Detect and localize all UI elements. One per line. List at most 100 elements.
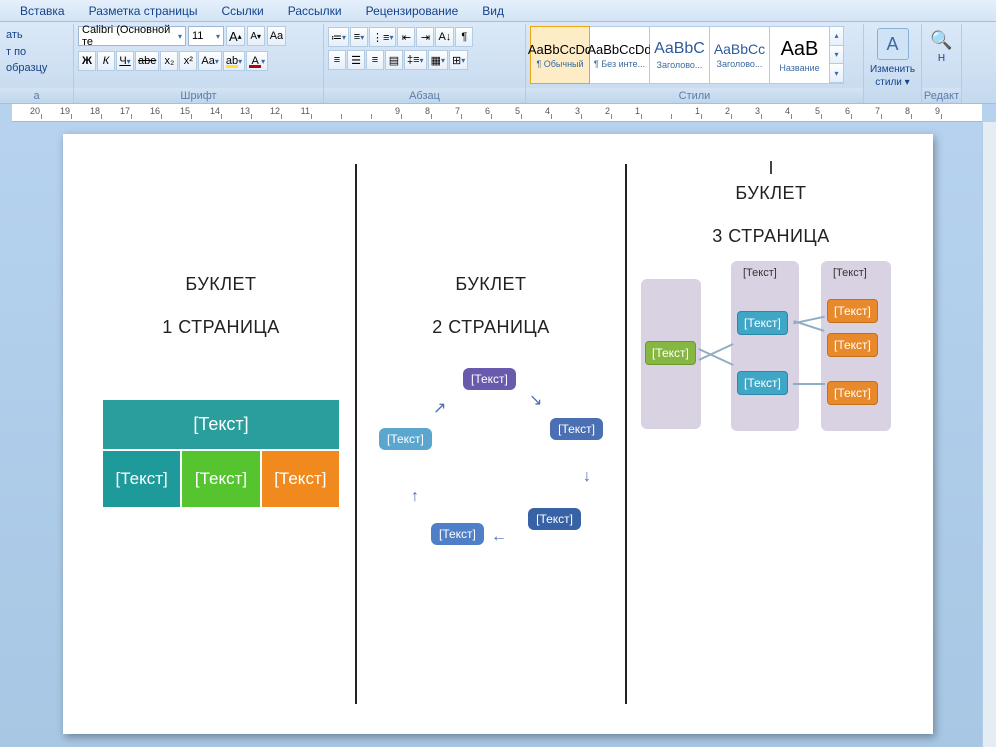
panel3-title: БУКЛЕТ <box>735 183 806 204</box>
line-spacing-button[interactable]: ‡≡▾ <box>404 50 427 70</box>
hier-label-1: [Текст] <box>743 267 777 279</box>
grow-font-button[interactable]: A▴ <box>226 26 245 46</box>
document-area: БУКЛЕТ 1 СТРАНИЦА [Текст] [Текст] [Текст… <box>0 122 996 747</box>
smartart-hierarchy[interactable]: [Текст] [Текст] [Текст] [Текст] [Текст] … <box>641 261 901 451</box>
bg-box-2 <box>731 261 799 431</box>
hier-box-c1[interactable]: [Текст] <box>827 299 878 323</box>
panel2-title: БУКЛЕТ <box>455 274 526 295</box>
cycle-box-3[interactable]: [Текст] <box>528 508 581 530</box>
menu-review[interactable]: Рецензирование <box>354 1 471 21</box>
vertical-scrollbar[interactable] <box>982 122 996 747</box>
clipboard-format-painter[interactable]: т по образцу <box>6 45 67 76</box>
find-label: Н <box>926 53 957 64</box>
styles-scroll: ▴ ▾ ▾ <box>830 26 844 84</box>
font-name-combo[interactable]: Calibri (Основной те ▾ <box>78 26 186 46</box>
numbering-button[interactable]: ≡▾ <box>350 27 368 47</box>
clear-formatting-button[interactable]: Aa <box>267 26 286 46</box>
style-normal[interactable]: AaBbCcDd ¶ Обычный <box>530 26 590 84</box>
horizontal-ruler[interactable]: 20191817161514131211987654321123456789 <box>12 104 982 122</box>
hier-box-c3[interactable]: [Текст] <box>827 381 878 405</box>
menu-page-layout[interactable]: Разметка страницы <box>77 1 210 21</box>
smartart-header[interactable]: [Текст] <box>102 399 340 450</box>
styles-scroll-up[interactable]: ▴ <box>830 27 843 46</box>
show-marks-button[interactable]: ¶ <box>455 27 473 47</box>
panel3-subtitle: 3 СТРАНИЦА <box>712 226 829 247</box>
connector-line <box>793 383 825 385</box>
menu-view[interactable]: Вид <box>470 1 516 21</box>
arrow-icon: ← <box>491 528 507 546</box>
brochure-panel-2: БУКЛЕТ 2 СТРАНИЦА [Текст] [Текст] [Текст… <box>355 164 625 704</box>
bullets-button[interactable]: ≔▾ <box>328 27 349 47</box>
arrow-icon: ↑ <box>411 488 419 506</box>
underline-button[interactable]: Ч▾ <box>116 51 134 71</box>
style-no-spacing[interactable]: AaBbCcDd ¶ Без инте... <box>590 26 650 84</box>
menu-links[interactable]: Ссылки <box>209 1 275 21</box>
shading-button[interactable]: ▦▾ <box>428 50 448 70</box>
hier-box-c2[interactable]: [Текст] <box>827 333 878 357</box>
styles-group: AaBbCcDd ¶ Обычный AaBbCcDd ¶ Без инте..… <box>526 24 864 103</box>
document-page[interactable]: БУКЛЕТ 1 СТРАНИЦА [Текст] [Текст] [Текст… <box>63 134 933 734</box>
styles-scroll-down[interactable]: ▾ <box>830 46 843 65</box>
arrow-icon: ↘ <box>529 390 542 410</box>
justify-button[interactable]: ▤ <box>385 50 403 70</box>
decrease-indent-button[interactable]: ⇤ <box>397 27 415 47</box>
panel3-pretext: I <box>768 158 773 179</box>
font-size-value: 11 <box>192 30 203 42</box>
strikethrough-button[interactable]: abe <box>135 51 159 71</box>
smartart-cell-3[interactable]: [Текст] <box>261 450 340 508</box>
clipboard-cut-fragment[interactable]: ать <box>6 28 67 43</box>
font-color-button[interactable]: A▾ <box>246 51 268 71</box>
increase-indent-button[interactable]: ⇥ <box>416 27 434 47</box>
font-name-value: Calibri (Основной те <box>82 24 178 48</box>
style-heading2[interactable]: AaBbCc Заголово... <box>710 26 770 84</box>
smartart-cell-1[interactable]: [Текст] <box>102 450 181 508</box>
smartart-cell-2[interactable]: [Текст] <box>181 450 260 508</box>
dropdown-icon: ▾ <box>178 32 182 41</box>
change-styles-group: A Изменить стили ▾ <box>864 24 922 103</box>
align-center-button[interactable]: ☰ <box>347 50 365 70</box>
hier-box-root[interactable]: [Текст] <box>645 341 696 365</box>
menu-mailings[interactable]: Рассылки <box>276 1 354 21</box>
change-case-button[interactable]: Aa▾ <box>198 51 221 71</box>
hier-box-a[interactable]: [Текст] <box>737 311 788 335</box>
hier-label-2: [Текст] <box>833 267 867 279</box>
brochure-panel-3: I БУКЛЕТ 3 СТРАНИЦА [Текст] [Текст] [Тек… <box>625 164 915 704</box>
italic-button[interactable]: К <box>97 51 115 71</box>
multilevel-button[interactable]: ⋮≡▾ <box>369 27 396 47</box>
cycle-box-4[interactable]: [Текст] <box>431 523 484 545</box>
dropdown-icon: ▾ <box>216 32 220 41</box>
align-left-button[interactable]: ≡ <box>328 50 346 70</box>
cycle-box-5[interactable]: [Текст] <box>379 428 432 450</box>
menu-insert[interactable]: Вставка <box>8 1 77 21</box>
editing-group-title: Редакт <box>922 88 961 103</box>
cycle-box-1[interactable]: [Текст] <box>463 368 516 390</box>
sort-button[interactable]: A↓ <box>435 27 454 47</box>
change-styles-icon[interactable]: A <box>877 28 909 60</box>
paragraph-group-title: Абзац <box>324 88 525 103</box>
panel2-subtitle: 2 СТРАНИЦА <box>432 317 549 338</box>
find-icon[interactable]: 🔍 <box>926 26 957 51</box>
arrow-icon: ↗ <box>433 398 446 418</box>
font-group-title: Шрифт <box>74 88 323 103</box>
shrink-font-button[interactable]: A▾ <box>247 26 265 46</box>
arrow-icon: ↓ <box>583 468 591 486</box>
borders-button[interactable]: ⊞▾ <box>449 50 468 70</box>
style-title[interactable]: AaB Название <box>770 26 830 84</box>
hier-box-b[interactable]: [Текст] <box>737 371 788 395</box>
styles-group-title: Стили <box>526 88 863 103</box>
align-right-button[interactable]: ≡ <box>366 50 384 70</box>
panel1-title: БУКЛЕТ <box>185 274 256 295</box>
superscript-button[interactable]: x² <box>179 51 197 71</box>
styles-expand[interactable]: ▾ <box>830 64 843 83</box>
subscript-button[interactable]: x₂ <box>160 51 178 71</box>
bold-button[interactable]: Ж <box>78 51 96 71</box>
clipboard-group: ать т по образцу а <box>0 24 74 103</box>
smartart-table[interactable]: [Текст] [Текст] [Текст] [Текст] <box>101 398 341 509</box>
font-size-combo[interactable]: 11 ▾ <box>188 26 224 46</box>
panel1-subtitle: 1 СТРАНИЦА <box>162 317 279 338</box>
highlight-button[interactable]: ab▾ <box>223 51 245 71</box>
cycle-box-2[interactable]: [Текст] <box>550 418 603 440</box>
change-styles-label: Изменить <box>868 64 917 75</box>
smartart-cycle[interactable]: [Текст] [Текст] [Текст] [Текст] [Текст] … <box>371 368 611 568</box>
style-heading1[interactable]: AaBbC Заголово... <box>650 26 710 84</box>
